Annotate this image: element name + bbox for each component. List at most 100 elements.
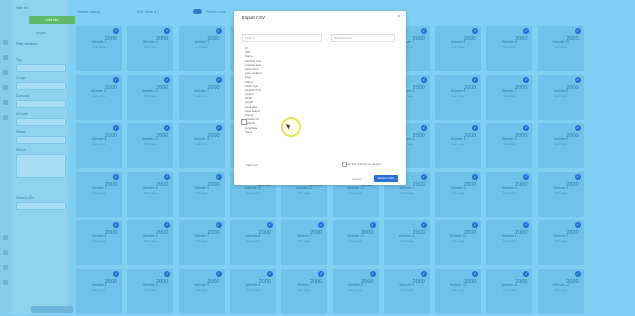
checkmark-icon[interactable]: ✓ bbox=[420, 173, 427, 180]
website-tile[interactable]: ✓Website 11Sub page2000 bbox=[486, 268, 533, 314]
nav-icon[interactable] bbox=[3, 100, 8, 105]
checkmark-icon[interactable]: ✓ bbox=[420, 76, 427, 83]
website-tile[interactable]: ✓Website 10Sub page2000 bbox=[332, 220, 379, 265]
checkmark-icon[interactable]: ✓ bbox=[472, 125, 479, 131]
period-field[interactable] bbox=[16, 154, 66, 178]
checkmark-icon[interactable]: ✓ bbox=[420, 270, 427, 277]
nav-icon[interactable] bbox=[3, 280, 8, 285]
field-checkbox[interactable] bbox=[241, 119, 247, 125]
url-path-field[interactable] bbox=[16, 118, 66, 126]
website-tile[interactable]: ✓ Website 7 Sub page 2000 bbox=[281, 268, 328, 314]
select-all-link[interactable]: Select all bbox=[246, 163, 257, 167]
nav-icon[interactable] bbox=[3, 265, 8, 270]
checkmark-icon[interactable]: ✓ bbox=[164, 173, 171, 180]
website-tile[interactable]: ✓Website 4Sub page2000 bbox=[435, 123, 482, 168]
checkmark-icon[interactable]: ✓ bbox=[113, 28, 119, 34]
checkmark-icon[interactable]: ✓ bbox=[164, 76, 171, 83]
checkmark-icon[interactable]: ✓ bbox=[472, 222, 479, 228]
checkmark-icon[interactable]: ✓ bbox=[523, 28, 530, 34]
preview-toggle[interactable] bbox=[193, 9, 202, 14]
search-url-field[interactable] bbox=[16, 202, 66, 210]
import-button[interactable]: Import bbox=[36, 31, 46, 35]
website-tile[interactable]: ✓Website 12Sub page2000 bbox=[537, 268, 584, 314]
website-tile[interactable]: ✓ Website 8 Sub page 2000 bbox=[229, 220, 276, 265]
website-tile[interactable]: ✓ Website 7 Sub page 2000 bbox=[76, 171, 122, 217]
checkmark-icon[interactable]: ✓ bbox=[164, 222, 171, 228]
website-tile[interactable]: ✓ Website 9 Sub page 2000 bbox=[486, 26, 533, 71]
checkmark-icon[interactable]: ✓ bbox=[215, 125, 222, 131]
checkmark-icon[interactable]: ✓ bbox=[523, 222, 530, 228]
website-tile[interactable]: ✓Website 5Sub page2000 bbox=[76, 220, 122, 265]
format-select[interactable]: Select format bbox=[331, 34, 395, 42]
checkmark-icon[interactable]: ✓ bbox=[164, 270, 171, 277]
domains-field[interactable] bbox=[16, 100, 66, 108]
website-tile[interactable]: ✓ Website 8 Sub page 2000 bbox=[537, 74, 584, 120]
checkmark-icon[interactable]: ✓ bbox=[215, 76, 222, 83]
checkmark-icon[interactable]: ✓ bbox=[472, 173, 479, 180]
website-tile[interactable]: ✓ Website 8 Sub page 2000 bbox=[332, 268, 379, 314]
checkmark-icon[interactable]: ✓ bbox=[113, 222, 119, 228]
checkmark-icon[interactable]: ✓ bbox=[574, 76, 581, 83]
close-icon[interactable]: × bbox=[397, 14, 400, 20]
checkmark-icon[interactable]: ✓ bbox=[523, 173, 530, 180]
checkmark-icon[interactable]: ✓ bbox=[420, 28, 427, 34]
website-tile[interactable]: ✓Website 1Sub page2000 bbox=[178, 74, 225, 120]
website-tile[interactable]: ✓Website 10Sub page2000 bbox=[435, 268, 482, 314]
website-tile[interactable]: ✓Website 10Sub page2000 bbox=[127, 123, 174, 168]
nav-icon[interactable] bbox=[3, 70, 8, 75]
search-input[interactable]: Search bbox=[242, 34, 322, 42]
sort-label[interactable]: Sort: Name A-Z bbox=[137, 10, 159, 14]
website-tile[interactable]: ✓ Website 7 Sub page 2000 bbox=[178, 220, 225, 265]
checkmark-icon[interactable]: ✓ bbox=[420, 125, 427, 131]
checkmark-icon[interactable]: ✓ bbox=[318, 270, 325, 277]
checkmark-icon[interactable]: ✓ bbox=[113, 270, 119, 277]
nav-icon[interactable] bbox=[3, 250, 8, 255]
website-tile[interactable]: ✓Website 4Sub page2000 bbox=[537, 171, 584, 217]
cancel-button[interactable]: Cancel bbox=[352, 177, 361, 181]
website-tile[interactable]: ✓ Website 8 Sub page 2000 bbox=[127, 171, 174, 217]
website-tile[interactable]: ✓Website 2Sub page2000 bbox=[435, 171, 482, 217]
checkmark-icon[interactable]: ✓ bbox=[574, 270, 581, 277]
website-tile[interactable]: ✓Website 6Sub page2000 bbox=[229, 268, 276, 314]
website-tile[interactable]: ✓Website 6Sub page2000 bbox=[537, 123, 584, 168]
website-tile[interactable]: ✓ Website 9 Sub page 2000 bbox=[178, 171, 225, 217]
website-tile[interactable]: ✓Website 5Sub page2000 bbox=[178, 268, 225, 314]
website-tile[interactable]: ✓Website 1Sub page2000 bbox=[486, 220, 533, 265]
website-tile[interactable]: ✓Website 6Sub page2000 bbox=[435, 74, 482, 120]
checkmark-icon[interactable]: ✓ bbox=[164, 125, 171, 131]
website-tile[interactable]: ✓ Website 8 Sub page 2000 bbox=[435, 26, 482, 71]
website-tile[interactable]: ✓Website 6Sub page2000 bbox=[127, 220, 174, 265]
website-tile[interactable]: ✓Website 11Sub page2000 bbox=[76, 74, 122, 120]
checkmark-icon[interactable]: ✓ bbox=[574, 125, 581, 131]
checkmark-icon[interactable]: ✓ bbox=[472, 76, 479, 83]
checkmark-icon[interactable]: ✓ bbox=[113, 125, 119, 131]
checkmark-icon[interactable]: ✓ bbox=[420, 222, 427, 228]
nav-icon[interactable] bbox=[3, 40, 8, 45]
website-tile[interactable]: ✓Website 12Sub page2000 bbox=[127, 74, 174, 120]
group-field[interactable] bbox=[16, 82, 66, 90]
website-tile[interactable]: ✓ Website 9 Sub page 2000 bbox=[383, 268, 430, 314]
checkmark-icon[interactable]: ✓ bbox=[523, 270, 530, 277]
checkmark-icon[interactable]: ✓ bbox=[574, 28, 581, 34]
website-tile[interactable]: ✓ Website 7 Sub page 2000 bbox=[486, 74, 533, 120]
website-tile[interactable]: ✓Website 11Sub page2000 bbox=[178, 123, 225, 168]
website-tile[interactable]: ✓Website 3Sub page2000 bbox=[486, 171, 533, 217]
website-tile[interactable]: ✓Website 10Sub page2000 bbox=[537, 26, 584, 71]
status-field[interactable] bbox=[16, 136, 66, 144]
nav-icon[interactable] bbox=[3, 235, 8, 240]
checkmark-icon[interactable]: ✓ bbox=[164, 28, 171, 34]
nav-icon[interactable] bbox=[3, 85, 8, 90]
checkmark-icon[interactable]: ✓ bbox=[215, 270, 222, 277]
website-tile[interactable]: ✓Website 5Sub page2000 bbox=[486, 123, 533, 168]
checkmark-icon[interactable]: ✓ bbox=[215, 173, 222, 180]
checkmark-icon[interactable]: ✓ bbox=[266, 270, 273, 277]
nav-icon[interactable] bbox=[3, 55, 8, 60]
checkmark-icon[interactable]: ✓ bbox=[113, 76, 119, 83]
export-csv-button[interactable]: Export CSV bbox=[374, 175, 398, 182]
website-tile[interactable]: ✓Website 1Sub page2000 bbox=[76, 26, 122, 71]
checkmark-icon[interactable]: ✓ bbox=[215, 28, 222, 34]
checkmark-icon[interactable]: ✓ bbox=[266, 222, 273, 228]
checkmark-icon[interactable]: ✓ bbox=[215, 222, 222, 228]
website-tile[interactable]: ✓Website 2Sub page2000 bbox=[127, 26, 174, 71]
website-tile[interactable]: ✓Website 3Sub page2000 bbox=[178, 26, 225, 71]
